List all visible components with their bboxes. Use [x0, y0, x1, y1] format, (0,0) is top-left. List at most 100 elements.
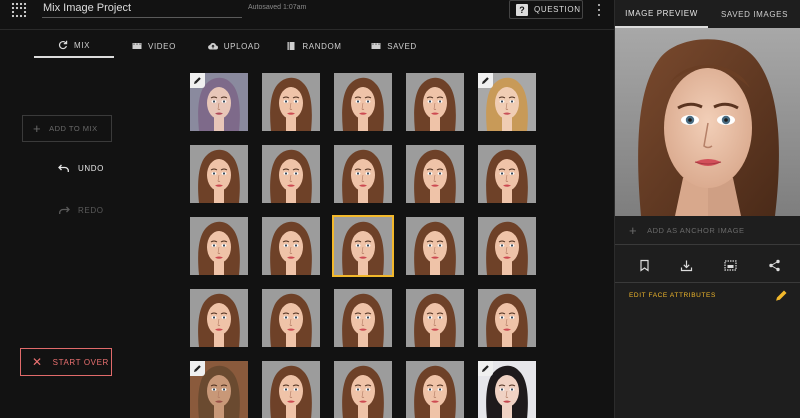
face-thumbnail[interactable] — [190, 217, 248, 275]
face-image — [334, 289, 392, 347]
face-image — [334, 361, 392, 418]
face-thumbnail[interactable] — [190, 145, 248, 203]
face-thumbnail[interactable] — [406, 73, 464, 131]
plus-icon: + — [33, 121, 42, 136]
face-image — [334, 217, 392, 275]
add-to-mix-button[interactable]: + ADD TO MIX — [22, 115, 112, 142]
face-image — [262, 289, 320, 347]
face-image — [190, 217, 248, 275]
face-thumbnail[interactable] — [406, 145, 464, 203]
face-thumbnail[interactable] — [190, 361, 248, 418]
image-actions — [615, 254, 800, 276]
question-button[interactable]: ? QUESTION — [509, 0, 583, 19]
tab-upload[interactable]: UPLOAD — [194, 34, 274, 58]
edit-pencil-icon[interactable] — [190, 361, 205, 376]
film-icon — [371, 43, 381, 49]
face-image — [190, 289, 248, 347]
edit-face-attributes-link[interactable]: EDIT FACE ATTRIBUTES — [629, 292, 716, 299]
face-image — [478, 217, 536, 275]
app-logo-icon[interactable] — [9, 1, 29, 21]
face-thumbnail[interactable] — [334, 145, 392, 203]
undo-label: UNDO — [78, 164, 104, 173]
face-image — [262, 145, 320, 203]
tab-video[interactable]: VIDEO — [114, 34, 194, 58]
redo-label: REDO — [78, 206, 104, 215]
tab-saved-images[interactable]: SAVED IMAGES — [708, 0, 800, 28]
refresh-icon — [58, 40, 68, 50]
face-image — [262, 217, 320, 275]
face-thumbnail[interactable] — [478, 361, 536, 418]
undo-button[interactable]: UNDO — [58, 164, 104, 173]
face-image — [478, 289, 536, 347]
add-anchor-image-button[interactable]: + ADD AS ANCHOR IMAGE — [615, 216, 800, 245]
image-frame-icon[interactable] — [723, 258, 737, 272]
more-menu-icon[interactable] — [595, 2, 603, 18]
edit-pencil-icon[interactable] — [478, 73, 493, 88]
start-over-button[interactable]: ✕ START OVER — [20, 348, 112, 376]
face-thumbnail[interactable] — [262, 217, 320, 275]
face-thumbnail[interactable] — [406, 289, 464, 347]
tab-saved-label: SAVED — [387, 41, 417, 51]
add-anchor-label: ADD AS ANCHOR IMAGE — [647, 225, 745, 235]
tab-mix[interactable]: MIX — [34, 34, 114, 58]
tab-upload-label: UPLOAD — [223, 41, 261, 51]
face-thumbnail[interactable] — [406, 361, 464, 418]
download-icon[interactable] — [679, 258, 693, 272]
image-preview — [615, 28, 800, 216]
tab-random-label: RANDOM — [302, 41, 342, 51]
mode-tabs: MIX VIDEO UPLOAD RANDOM SAVED — [34, 34, 434, 58]
bookmark-icon[interactable] — [637, 258, 651, 272]
face-thumbnail[interactable] — [334, 361, 392, 418]
face-thumbnail[interactable] — [262, 145, 320, 203]
share-icon[interactable] — [767, 258, 781, 272]
face-image — [406, 289, 464, 347]
face-thumbnail[interactable] — [190, 289, 248, 347]
pencil-icon[interactable] — [774, 289, 788, 303]
plus-icon: + — [629, 222, 638, 238]
divider — [615, 282, 800, 283]
tab-saved[interactable]: SAVED — [354, 34, 434, 58]
autosave-status: Autosaved 1:07am — [248, 4, 307, 11]
top-bar: Mix Image Project Autosaved 1:07am ? QUE… — [0, 0, 614, 30]
face-grid — [190, 73, 536, 418]
face-thumbnail[interactable] — [190, 73, 248, 131]
undo-icon — [58, 164, 69, 172]
right-panel-tabs: IMAGE PREVIEW SAVED IMAGES — [615, 0, 800, 28]
book-icon — [287, 42, 295, 50]
face-thumbnail[interactable] — [332, 215, 394, 277]
edit-pencil-icon[interactable] — [478, 361, 493, 376]
face-image — [406, 145, 464, 203]
face-thumbnail[interactable] — [478, 73, 536, 131]
face-image — [406, 217, 464, 275]
face-thumbnail[interactable] — [262, 73, 320, 131]
tab-random[interactable]: RANDOM — [274, 34, 354, 58]
edit-pencil-icon[interactable] — [190, 73, 205, 88]
start-over-label: START OVER — [52, 357, 109, 367]
face-image — [190, 145, 248, 203]
redo-button[interactable]: REDO — [58, 206, 104, 215]
face-thumbnail[interactable] — [262, 289, 320, 347]
film-icon — [132, 43, 142, 49]
project-name-input[interactable]: Mix Image Project — [42, 0, 242, 18]
right-panel: IMAGE PREVIEW SAVED IMAGES + ADD AS ANCH… — [614, 0, 800, 418]
face-thumbnail[interactable] — [406, 217, 464, 275]
tab-image-preview[interactable]: IMAGE PREVIEW — [615, 0, 708, 28]
face-image — [406, 73, 464, 131]
face-thumbnail[interactable] — [478, 289, 536, 347]
redo-icon — [59, 206, 70, 214]
face-thumbnail[interactable] — [478, 217, 536, 275]
face-image — [262, 73, 320, 131]
face-thumbnail[interactable] — [334, 73, 392, 131]
face-image — [334, 73, 392, 131]
face-thumbnail[interactable] — [262, 361, 320, 418]
face-thumbnail[interactable] — [334, 289, 392, 347]
face-thumbnail[interactable] — [478, 145, 536, 203]
question-icon: ? — [516, 3, 528, 16]
tab-video-label: VIDEO — [148, 41, 176, 51]
tab-mix-label: MIX — [73, 40, 91, 50]
cloud-upload-icon — [207, 42, 218, 50]
question-label: QUESTION — [534, 5, 581, 14]
add-to-mix-label: ADD TO MIX — [49, 124, 98, 133]
preview-portrait — [615, 28, 800, 216]
face-image — [262, 361, 320, 418]
